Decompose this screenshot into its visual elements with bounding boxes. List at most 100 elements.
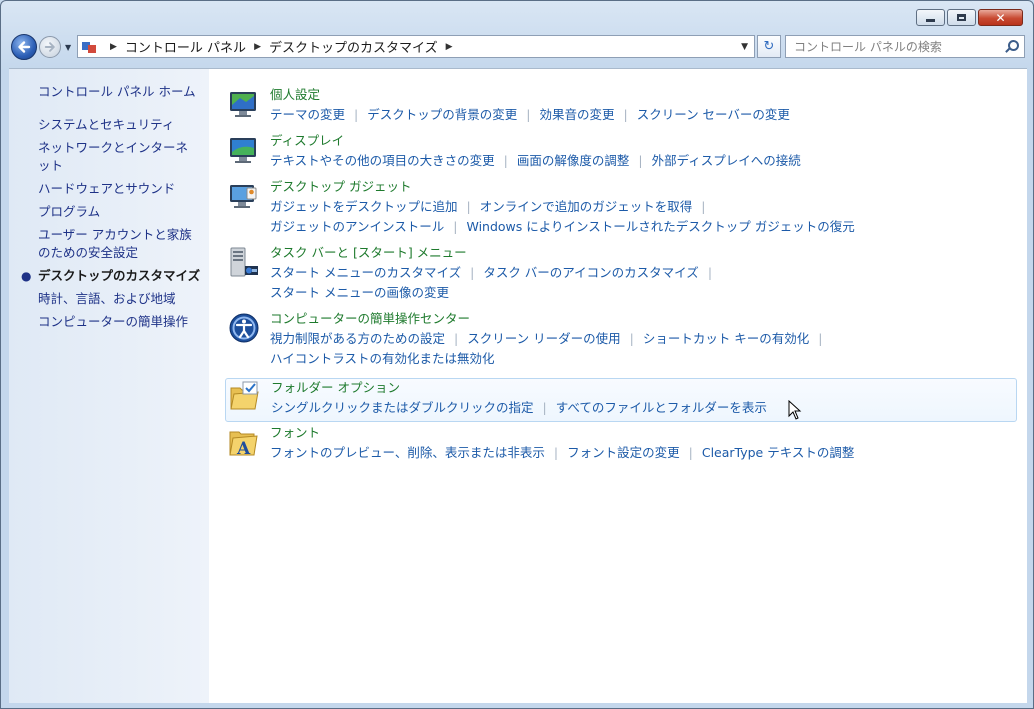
gadgets-icon <box>230 185 257 208</box>
task-link[interactable]: 視力制限がある方のための設定 <box>270 331 445 346</box>
task-link[interactable]: スタート メニューの画像の変更 <box>270 285 449 300</box>
search-box <box>785 35 1025 58</box>
task-link[interactable]: ガジェットをデスクトップに追加 <box>270 199 458 214</box>
breadcrumb-chevron-icon[interactable]: ▶ <box>254 42 261 52</box>
sidebar-item-user-accounts[interactable]: ユーザー アカウントと家族のための安全設定 <box>38 226 200 262</box>
taskbar-icon <box>230 247 258 277</box>
sidebar-item-clock-language[interactable]: 時計、言語、および地域 <box>38 290 203 308</box>
category-title[interactable]: フォルダー オプション <box>271 379 400 397</box>
main-panel: 個人設定 テーマの変更 | デスクトップの背景の変更 | 効果音の変更 | スクリーン セー… <box>209 69 1027 703</box>
forward-arrow-icon <box>44 42 55 52</box>
link-separator: | <box>453 219 458 234</box>
task-link[interactable]: 外部ディスプレイへの接続 <box>652 153 801 168</box>
category-title[interactable]: フォント <box>270 424 320 442</box>
task-link[interactable]: ハイコントラストの有効化または無効化 <box>270 351 495 366</box>
fonts-icon: A <box>229 431 258 458</box>
content-area: コントロール パネル ホーム システムとセキュリティ ネットワークとインターネッ… <box>9 68 1027 703</box>
category-taskbar-start-menu: タスク バーと [スタート] メニュー スタート メニューのカスタマイズ | タスク… <box>225 244 1017 306</box>
sidebar-item-ease-of-access[interactable]: コンピューターの簡単操作 <box>38 313 203 331</box>
category-folder-options[interactable]: フォルダー オプション シングルクリックまたはダブルクリックの指定 | すべてのファ… <box>225 378 1017 422</box>
personalization-icon <box>230 92 256 117</box>
task-link[interactable]: スクリーン セーバーの変更 <box>637 107 790 122</box>
link-separator: | <box>466 199 471 214</box>
category-title[interactable]: ディスプレイ <box>270 132 344 150</box>
refresh-button[interactable]: ↻ <box>757 35 781 58</box>
back-button[interactable] <box>11 34 37 60</box>
folder-options-icon <box>230 381 259 410</box>
category-fonts: A フォント フォントのプレビュー、削除、表示または非表示 | フォント設定の変更 |… <box>225 424 1017 464</box>
address-dropdown-icon[interactable]: ▼ <box>741 42 748 52</box>
category-title[interactable]: タスク バーと [スタート] メニュー <box>270 244 467 262</box>
current-bullet-icon: ● <box>21 269 32 283</box>
sidebar-item-system-security[interactable]: システムとセキュリティ <box>38 116 203 134</box>
breadcrumb-chevron-icon[interactable]: ▶ <box>446 42 453 52</box>
sidebar-item-home[interactable]: コントロール パネル ホーム <box>38 83 203 101</box>
link-separator: | <box>629 331 634 346</box>
window-controls: ✕ <box>916 9 1023 26</box>
address-bar[interactable]: ▶ コントロール パネル ▶ デスクトップのカスタマイズ ▶ ▼ <box>77 35 755 58</box>
search-input[interactable] <box>786 38 1002 55</box>
link-separator: | <box>354 107 359 122</box>
sidebar-item-desktop-customization: ● デスクトップのカスタマイズ <box>21 267 203 285</box>
link-separator: | <box>503 153 508 168</box>
maximize-icon <box>957 14 966 21</box>
task-link[interactable]: デスクトップの背景の変更 <box>367 107 517 122</box>
category-personalization: 個人設定 テーマの変更 | デスクトップの背景の変更 | 効果音の変更 | スクリーン セー… <box>225 86 1017 126</box>
link-separator: | <box>818 331 823 346</box>
category-title[interactable]: デスクトップ ガジェット <box>270 178 411 196</box>
link-separator: | <box>707 265 713 280</box>
task-link[interactable]: すべてのファイルとフォルダーを表示 <box>556 400 767 415</box>
control-panel-window: ✕ ▼ ▶ コントロール パネル ▶ デスクトップのカスタマイズ ▶ ▼ ↻ コ… <box>0 0 1034 709</box>
task-link[interactable]: タスク バーのアイコンのカスタマイズ <box>483 265 698 280</box>
category-desktop-gadgets: デスクトップ ガジェット ガジェットをデスクトップに追加 | オンラインで追加のガジ… <box>225 178 1017 240</box>
mouse-cursor-icon <box>788 400 802 420</box>
task-link[interactable]: ガジェットのアンインストール <box>270 219 444 234</box>
category-title[interactable]: コンピューターの簡単操作センター <box>270 310 470 328</box>
task-link[interactable]: ClearType テキストの調整 <box>702 445 855 460</box>
minimize-button[interactable] <box>916 9 945 26</box>
task-link[interactable]: 効果音の変更 <box>539 107 614 122</box>
task-link[interactable]: Windows によりインストールされたデスクトップ ガジェットの復元 <box>466 219 854 234</box>
link-separator: | <box>454 331 459 346</box>
sidebar-item-network[interactable]: ネットワークとインターネット <box>38 139 198 175</box>
category-links: シングルクリックまたはダブルクリックの指定 | すべてのファイルとフォルダーを表示 <box>271 398 1016 418</box>
close-icon: ✕ <box>995 10 1006 25</box>
task-link[interactable]: テーマの変更 <box>270 107 345 122</box>
link-separator: | <box>623 107 628 122</box>
task-link[interactable]: 画面の解像度の調整 <box>517 153 630 168</box>
category-links: ガジェットをデスクトップに追加 | オンラインで追加のガジェットを取得 | ガジェットの… <box>270 197 1015 237</box>
link-separator: | <box>688 445 693 460</box>
sidebar: コントロール パネル ホーム システムとセキュリティ ネットワークとインターネッ… <box>9 69 209 703</box>
task-link[interactable]: スクリーン リーダーの使用 <box>467 331 620 346</box>
minimize-icon <box>926 19 935 22</box>
sidebar-item-label: デスクトップのカスタマイズ <box>38 268 201 283</box>
search-icon[interactable] <box>1002 38 1020 56</box>
breadcrumb-chevron-icon[interactable]: ▶ <box>110 42 117 52</box>
breadcrumb-desktop-customization[interactable]: デスクトップのカスタマイズ <box>269 37 438 56</box>
category-links: フォントのプレビュー、削除、表示または非表示 | フォント設定の変更 | ClearTy… <box>270 443 1015 463</box>
forward-button[interactable] <box>39 36 61 58</box>
category-title[interactable]: 個人設定 <box>270 86 320 104</box>
sidebar-item-programs[interactable]: プログラム <box>38 203 203 221</box>
task-link[interactable]: オンラインで追加のガジェットを取得 <box>480 199 693 214</box>
recent-pages-dropdown[interactable]: ▼ <box>65 43 71 52</box>
link-separator: | <box>526 107 531 122</box>
svg-text:A: A <box>236 439 251 458</box>
link-separator: | <box>542 400 547 415</box>
display-icon <box>230 138 256 163</box>
task-link[interactable]: シングルクリックまたはダブルクリックの指定 <box>271 400 534 415</box>
close-button[interactable]: ✕ <box>978 9 1023 26</box>
sidebar-item-hardware-sound[interactable]: ハードウェアとサウンド <box>38 180 203 198</box>
breadcrumb-control-panel[interactable]: コントロール パネル <box>125 37 246 56</box>
task-link[interactable]: テキストやその他の項目の大きさの変更 <box>270 153 495 168</box>
category-display: ディスプレイ テキストやその他の項目の大きさの変更 | 画面の解像度の調整 | 外部ディ… <box>225 132 1017 172</box>
category-links: スタート メニューのカスタマイズ | タスク バーのアイコンのカスタマイズ | スタート… <box>270 263 1015 303</box>
maximize-button[interactable] <box>947 9 976 26</box>
task-link[interactable]: ショートカット キーの有効化 <box>643 331 809 346</box>
task-link[interactable]: フォントのプレビュー、削除、表示または非表示 <box>270 445 545 460</box>
task-link[interactable]: スタート メニューのカスタマイズ <box>270 265 461 280</box>
task-link[interactable]: フォント設定の変更 <box>567 445 680 460</box>
control-panel-icon <box>82 40 98 54</box>
link-separator: | <box>553 445 559 460</box>
category-links: 視力制限がある方のための設定 | スクリーン リーダーの使用 | ショートカット キーの… <box>270 329 1015 369</box>
